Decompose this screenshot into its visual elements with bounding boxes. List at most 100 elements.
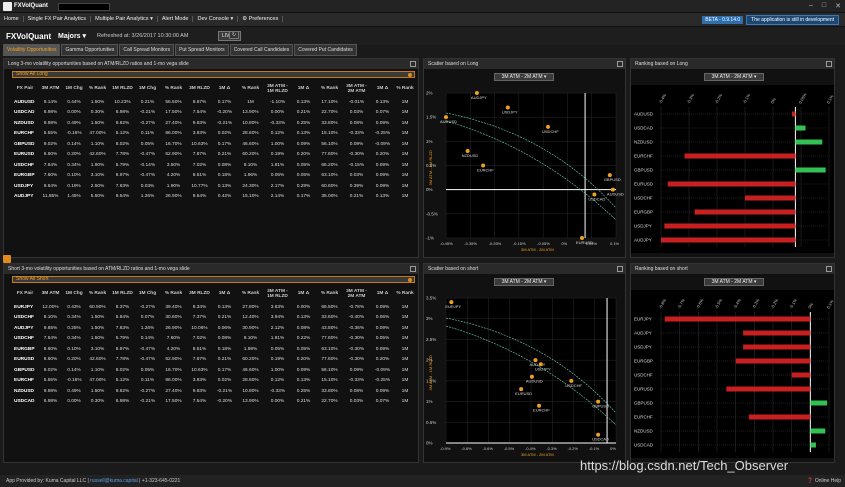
- ranking-bar[interactable]: [748, 414, 811, 420]
- ranking-bar[interactable]: [694, 209, 796, 215]
- ranking-bar[interactable]: [667, 181, 796, 187]
- column-header[interactable]: 3M ATM - 1M RLZD: [264, 80, 291, 97]
- table-row[interactable]: NZDUSD 9.98% 0.49% 1.50% 9.62% -0.27% 27.40% 9.…: [12, 386, 415, 397]
- column-header[interactable]: % Rank: [85, 80, 110, 97]
- table-row[interactable]: AUDJPY 9.85% 0.25% 1.50% 7.63% 1.26% 26.90% 10.…: [12, 323, 415, 334]
- ranking-bar[interactable]: [795, 167, 826, 173]
- ranking-bar[interactable]: [726, 386, 811, 392]
- tab-strategy[interactable]: Volatility Opportunities: [3, 44, 61, 56]
- menu-item[interactable]: Dev Console ▾: [193, 16, 239, 22]
- ranking-bar[interactable]: [664, 223, 796, 229]
- table-row[interactable]: GBPUSD 9.02% 0.14% 1.10% 8.02% 0.05% 16.70% 10.…: [12, 139, 415, 150]
- footer-email[interactable]: russell@kuma.capital: [90, 478, 138, 484]
- table-row[interactable]: EURGBP 8.60% 0.10% 3.10% 6.97% -0.47% 4.20% 8.5…: [12, 344, 415, 355]
- table-row[interactable]: NZDUSD 9.98% 0.49% 1.50% 9.62% -0.27% 27.40% 9.…: [12, 118, 415, 129]
- table-row[interactable]: EURCHF 5.55% -0.16% 47.00% 5.12% 0.11% 86.00% 3…: [12, 129, 415, 140]
- table-row[interactable]: USDCHF 7.64% 0.34% 1.90% 5.79% -0.14% 3.50% 7.0…: [12, 160, 415, 171]
- ranking-bar[interactable]: [792, 111, 796, 117]
- table-row[interactable]: AUDJPY 11.85% 1.45% 5.50% 9.54% 1.26% 26.90% 9.…: [12, 192, 415, 203]
- maximize-panel-icon[interactable]: [617, 61, 623, 67]
- column-header[interactable]: % Rank: [395, 80, 415, 97]
- column-header[interactable]: % Rank: [237, 80, 264, 97]
- refresh-icon[interactable]: ↻: [229, 31, 239, 39]
- ranking-bar[interactable]: [810, 442, 816, 448]
- column-header[interactable]: 1M Δ: [212, 80, 237, 97]
- long-scatter-select[interactable]: 3M ATM - 2M ATM ▾: [494, 73, 554, 81]
- column-header[interactable]: 1M Δ: [370, 80, 395, 97]
- collapse-handle-icon[interactable]: [3, 255, 11, 263]
- ranking-bar[interactable]: [810, 428, 826, 434]
- table-row[interactable]: USDCAD 6.98% 0.00% 0.30% 6.98% -0.21% 17.50% 7.…: [12, 108, 415, 119]
- column-header[interactable]: % Rank: [237, 285, 264, 302]
- maximize-panel-icon[interactable]: [826, 61, 832, 67]
- column-header[interactable]: % Rank: [316, 80, 343, 97]
- column-header[interactable]: 1M RLZD: [110, 80, 135, 97]
- menu-item[interactable]: Home: [0, 16, 24, 22]
- column-header[interactable]: 1M Chg: [63, 285, 85, 302]
- column-header[interactable]: 1M RLZD: [110, 285, 135, 302]
- menu-item[interactable]: Multiple Pair Analytics ▾: [91, 16, 158, 22]
- ranking-bar[interactable]: [810, 400, 828, 406]
- ranking-bar[interactable]: [795, 139, 823, 145]
- tab-strategy[interactable]: Covered Call Candidates: [229, 44, 294, 56]
- tab-strategy[interactable]: Covered Put Candidates: [294, 44, 357, 56]
- tab-strategy[interactable]: Put Spread Monitors: [175, 44, 229, 56]
- column-header[interactable]: % Rank: [85, 285, 110, 302]
- title-search-box[interactable]: [58, 3, 110, 11]
- ranking-bar[interactable]: [743, 344, 811, 350]
- column-header[interactable]: 1M Δ: [212, 285, 237, 302]
- table-row[interactable]: USDJPY 9.64% 0.19% 2.50% 7.63% 0.03% 1.90% 10.7…: [12, 181, 415, 192]
- ranking-bar[interactable]: [795, 125, 806, 131]
- maximize-panel-icon[interactable]: [826, 266, 832, 272]
- column-header[interactable]: 3M ATM: [38, 80, 63, 97]
- online-help-link[interactable]: ❓ Online Help: [807, 475, 841, 487]
- maximize-panel-icon[interactable]: [617, 266, 623, 272]
- ranking-bar[interactable]: [664, 316, 811, 322]
- column-header[interactable]: 1M Chg: [63, 80, 85, 97]
- universe-dropdown[interactable]: Majors ▾: [58, 32, 86, 40]
- table-row[interactable]: AUDUSD 9.14% 0.44% 1.50% 10.23% 0.21% 56.50% 8.…: [12, 97, 415, 108]
- long-ranking-select[interactable]: 3M ATM - 2M ATM ▾: [704, 73, 764, 81]
- minimize-icon[interactable]: –: [809, 2, 813, 10]
- short-ranking-select[interactable]: 3M ATM - 2M ATM ▾: [704, 278, 764, 286]
- table-row[interactable]: EURCHF 5.55% -0.16% 47.00% 5.12% 0.11% 86.00% 3…: [12, 376, 415, 387]
- close-icon[interactable]: ✕: [835, 2, 841, 10]
- column-header[interactable]: 3M ATM: [38, 285, 63, 302]
- maximize-panel-icon[interactable]: [410, 61, 416, 67]
- column-header[interactable]: FX Pair: [12, 285, 38, 302]
- ranking-bar[interactable]: [745, 195, 796, 201]
- table-row[interactable]: EURUSD 6.60% 0.20% 42.60% 7.78% -0.47% 62.90% 7…: [12, 150, 415, 161]
- maximize-icon[interactable]: □: [822, 2, 826, 10]
- table-row[interactable]: USDCAD 6.98% 0.00% 0.30% 6.98% -0.21% 17.50% 7.…: [12, 397, 415, 408]
- column-header[interactable]: % Rank: [160, 80, 187, 97]
- table-row[interactable]: USDCHF 7.64% 0.34% 1.50% 5.79% 0.14% 7.60% 7.02…: [12, 334, 415, 345]
- column-header[interactable]: FX Pair: [12, 80, 38, 97]
- table-row[interactable]: USDCHF 8.10% 0.34% 1.50% 5.84% 0.07% 30.60% 7.3…: [12, 313, 415, 324]
- column-header[interactable]: 3M RLZD: [187, 285, 212, 302]
- short-scatter-select[interactable]: 3M ATM - 2M ATM ▾: [494, 278, 554, 286]
- ranking-bar[interactable]: [661, 237, 796, 243]
- menu-item[interactable]: Single FX Pair Analytics: [24, 16, 92, 22]
- ranking-bar[interactable]: [684, 153, 796, 159]
- column-header[interactable]: 3M ATM - 2M ATM: [343, 285, 370, 302]
- table-row[interactable]: GBPUSD 9.02% 0.14% 1.10% 8.02% 0.05% 16.70% 10.…: [12, 365, 415, 376]
- ranking-bar[interactable]: [735, 358, 811, 364]
- column-header[interactable]: 3M ATM - 2M ATM: [343, 80, 370, 97]
- column-header[interactable]: 1M Δ: [291, 285, 316, 302]
- column-header[interactable]: 3M ATM - 1M RLZD: [264, 285, 291, 302]
- tab-strategy[interactable]: Call Spread Monitors: [119, 44, 175, 56]
- column-header[interactable]: % Rank: [160, 285, 187, 302]
- column-header[interactable]: 1M Chg: [135, 80, 160, 97]
- menu-item[interactable]: ⚙ Preferences: [238, 16, 284, 22]
- maximize-panel-icon[interactable]: [410, 266, 416, 272]
- table-row[interactable]: EURGBP 7.60% 0.10% 3.10% 6.97% -0.47% 4.20% 8.5…: [12, 171, 415, 182]
- show-all-short-button[interactable]: Show All Short: [12, 276, 415, 283]
- column-header[interactable]: 1M Chg: [135, 285, 160, 302]
- column-header[interactable]: 1M Δ: [370, 285, 395, 302]
- tab-strategy[interactable]: Gamma Opportunities: [61, 44, 119, 56]
- column-header[interactable]: % Rank: [316, 285, 343, 302]
- column-header[interactable]: 1M Δ: [291, 80, 316, 97]
- menu-item[interactable]: Alert Mode: [158, 16, 194, 22]
- ranking-bar[interactable]: [743, 330, 811, 336]
- column-header[interactable]: 3M RLZD: [187, 80, 212, 97]
